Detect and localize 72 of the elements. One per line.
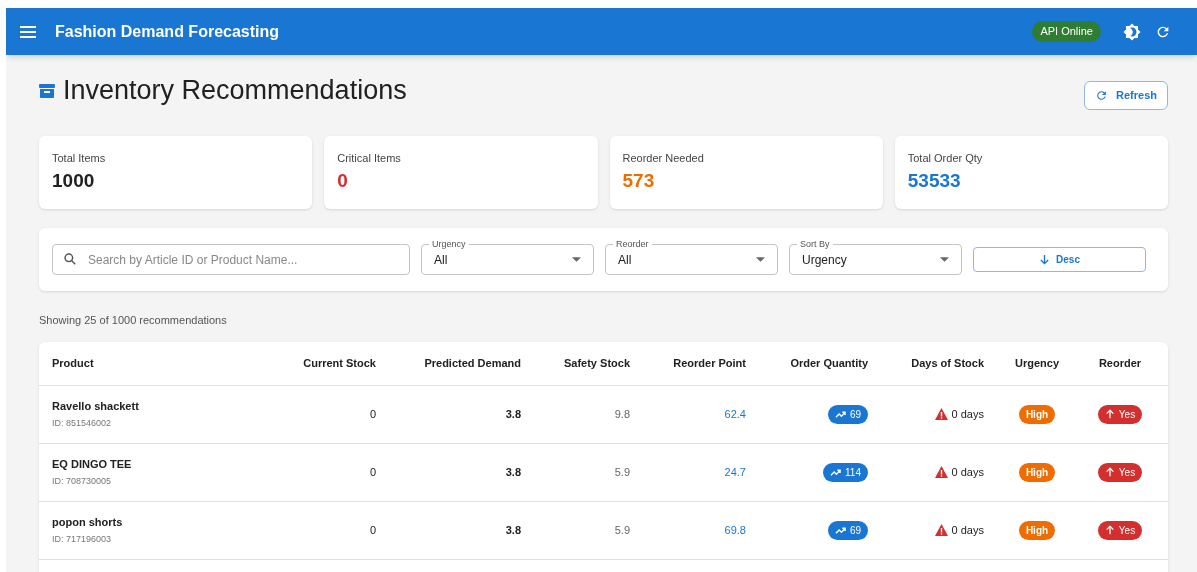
caret-icon <box>572 257 581 262</box>
column-header: Reorder Point <box>672 355 746 371</box>
field-label: Reorder <box>613 239 652 249</box>
order-quantity-chip: 114 <box>823 462 868 482</box>
select-value: Urgency <box>802 251 847 269</box>
stat-label: Critical Items <box>337 151 402 166</box>
brightness-icon[interactable] <box>1123 22 1141 41</box>
product-name: EQ DINGO TEE <box>52 456 132 472</box>
select-value: All <box>434 251 448 269</box>
reorder-chip: Yes <box>1097 520 1143 540</box>
result-count: Showing 25 of 1000 recommendations <box>39 313 228 328</box>
table-cell-text: 0 <box>369 406 376 422</box>
reorder-chip: Yes <box>1097 462 1143 482</box>
table-cell-text: 0 <box>369 464 376 480</box>
caret-icon <box>756 257 765 262</box>
arrow-up-icon <box>1104 525 1115 535</box>
caret-icon <box>940 257 949 262</box>
archive-icon <box>39 82 55 99</box>
table-cell-text: 0 days <box>951 464 984 480</box>
table-cell-text: 9.8 <box>614 406 630 422</box>
table-cell-text: 0 <box>369 522 376 538</box>
arrow-down-icon <box>1039 254 1051 265</box>
reorder-chip: Yes <box>1097 404 1143 424</box>
column-header: Days of Stock <box>910 355 984 371</box>
select-value: All <box>618 251 632 269</box>
stat-value: 53533 <box>907 170 962 190</box>
search-field[interactable]: Search by Article ID or Product Name... <box>52 244 410 275</box>
order-quantity-chip: 69 <box>827 404 868 424</box>
arrow-up-icon <box>1104 467 1115 477</box>
table-cell-text: 3.8 <box>505 522 521 538</box>
product-name: popon shorts <box>52 514 123 530</box>
table-cell-text: 24.7 <box>724 464 746 480</box>
stat-value: 0 <box>337 170 349 190</box>
refresh-icon <box>1095 89 1109 102</box>
arrow-up-icon <box>1104 409 1115 419</box>
stat-label: Total Items <box>52 151 107 166</box>
refresh-button[interactable]: Refresh <box>1084 81 1168 110</box>
search-icon <box>63 252 77 266</box>
field-label: Sort By <box>797 239 833 249</box>
field-label: Urgency <box>429 239 469 249</box>
column-header: Current Stock <box>302 355 376 371</box>
table-cell-text: 0 days <box>951 522 984 538</box>
urgency-chip: High <box>1018 404 1056 424</box>
column-header: Order Quantity <box>789 355 868 371</box>
stat-label: Total Order Qty <box>907 151 984 166</box>
column-header: Safety Stock <box>562 355 630 371</box>
table-cell-text: 5.9 <box>614 522 630 538</box>
table-cell-text: 62.4 <box>724 406 746 422</box>
table-cell-text: 69.8 <box>724 522 746 538</box>
table-cell-text: 3.8 <box>505 406 521 422</box>
app-title: Fashion Demand Forecasting <box>55 21 280 42</box>
table-cell-text: 5.9 <box>614 464 630 480</box>
product-name: Ravello shackett <box>52 398 139 414</box>
page-title: Inventory Recommendations <box>63 77 407 104</box>
column-header: Reorder <box>1097 355 1143 371</box>
sort-button[interactable]: Desc <box>973 247 1146 272</box>
product-id: ID: 851546002 <box>52 417 112 430</box>
urgency-chip: High <box>1018 520 1056 540</box>
urgency-chip: High <box>1018 462 1056 482</box>
stat-label: Reorder Needed <box>622 151 705 166</box>
column-header: Product <box>52 355 95 371</box>
menu-icon[interactable] <box>20 25 36 38</box>
table-cell-text: 3.8 <box>505 464 521 480</box>
stat-value: 1000 <box>52 170 96 190</box>
column-header: Predicted Demand <box>423 355 521 371</box>
column-header: Urgency <box>1014 355 1060 371</box>
product-id: ID: 717196003 <box>52 533 112 546</box>
product-id: ID: 708730005 <box>52 475 112 488</box>
order-quantity-chip: 69 <box>827 520 868 540</box>
status-badge: API Online <box>1032 21 1101 42</box>
table-cell-text: 0 days <box>951 406 984 422</box>
stat-value: 573 <box>622 170 656 190</box>
